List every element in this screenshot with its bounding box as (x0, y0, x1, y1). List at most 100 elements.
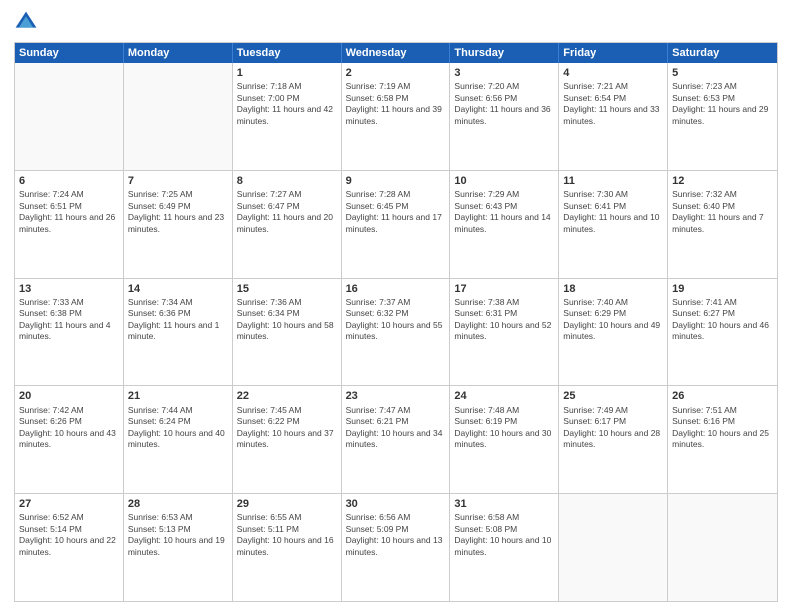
calendar-cell: 5Sunrise: 7:23 AMSunset: 6:53 PMDaylight… (668, 63, 777, 170)
cell-info: Sunrise: 7:47 AMSunset: 6:21 PMDaylight:… (346, 405, 446, 451)
cell-info: Sunrise: 7:28 AMSunset: 6:45 PMDaylight:… (346, 189, 446, 235)
day-number: 24 (454, 389, 554, 403)
calendar-cell: 10Sunrise: 7:29 AMSunset: 6:43 PMDayligh… (450, 171, 559, 278)
day-header-wednesday: Wednesday (342, 43, 451, 63)
day-number: 8 (237, 174, 337, 188)
calendar-week-1: 1Sunrise: 7:18 AMSunset: 7:00 PMDaylight… (15, 63, 777, 170)
calendar-cell: 14Sunrise: 7:34 AMSunset: 6:36 PMDayligh… (124, 279, 233, 386)
day-header-saturday: Saturday (668, 43, 777, 63)
calendar-cell: 3Sunrise: 7:20 AMSunset: 6:56 PMDaylight… (450, 63, 559, 170)
day-header-tuesday: Tuesday (233, 43, 342, 63)
cell-info: Sunrise: 7:51 AMSunset: 6:16 PMDaylight:… (672, 405, 773, 451)
calendar-cell: 17Sunrise: 7:38 AMSunset: 6:31 PMDayligh… (450, 279, 559, 386)
calendar-cell: 11Sunrise: 7:30 AMSunset: 6:41 PMDayligh… (559, 171, 668, 278)
cell-info: Sunrise: 7:24 AMSunset: 6:51 PMDaylight:… (19, 189, 119, 235)
calendar-cell: 25Sunrise: 7:49 AMSunset: 6:17 PMDayligh… (559, 386, 668, 493)
calendar-cell: 29Sunrise: 6:55 AMSunset: 5:11 PMDayligh… (233, 494, 342, 601)
calendar-body: 1Sunrise: 7:18 AMSunset: 7:00 PMDaylight… (15, 63, 777, 601)
calendar-cell: 20Sunrise: 7:42 AMSunset: 6:26 PMDayligh… (15, 386, 124, 493)
calendar-week-4: 20Sunrise: 7:42 AMSunset: 6:26 PMDayligh… (15, 385, 777, 493)
day-header-sunday: Sunday (15, 43, 124, 63)
day-number: 23 (346, 389, 446, 403)
day-header-monday: Monday (124, 43, 233, 63)
day-number: 14 (128, 282, 228, 296)
page: SundayMondayTuesdayWednesdayThursdayFrid… (0, 0, 792, 612)
day-number: 22 (237, 389, 337, 403)
day-number: 29 (237, 497, 337, 511)
cell-info: Sunrise: 7:40 AMSunset: 6:29 PMDaylight:… (563, 297, 663, 343)
day-number: 6 (19, 174, 119, 188)
cell-info: Sunrise: 7:20 AMSunset: 6:56 PMDaylight:… (454, 81, 554, 127)
cell-info: Sunrise: 6:55 AMSunset: 5:11 PMDaylight:… (237, 512, 337, 558)
cell-info: Sunrise: 6:58 AMSunset: 5:08 PMDaylight:… (454, 512, 554, 558)
day-number: 18 (563, 282, 663, 296)
calendar-cell: 31Sunrise: 6:58 AMSunset: 5:08 PMDayligh… (450, 494, 559, 601)
day-number: 3 (454, 66, 554, 80)
day-header-friday: Friday (559, 43, 668, 63)
day-number: 7 (128, 174, 228, 188)
cell-info: Sunrise: 7:21 AMSunset: 6:54 PMDaylight:… (563, 81, 663, 127)
cell-info: Sunrise: 7:49 AMSunset: 6:17 PMDaylight:… (563, 405, 663, 451)
calendar-week-3: 13Sunrise: 7:33 AMSunset: 6:38 PMDayligh… (15, 278, 777, 386)
calendar-cell: 9Sunrise: 7:28 AMSunset: 6:45 PMDaylight… (342, 171, 451, 278)
calendar-cell: 15Sunrise: 7:36 AMSunset: 6:34 PMDayligh… (233, 279, 342, 386)
calendar-cell: 6Sunrise: 7:24 AMSunset: 6:51 PMDaylight… (15, 171, 124, 278)
calendar-cell (15, 63, 124, 170)
day-number: 5 (672, 66, 773, 80)
day-number: 13 (19, 282, 119, 296)
calendar: SundayMondayTuesdayWednesdayThursdayFrid… (14, 42, 778, 602)
day-number: 16 (346, 282, 446, 296)
calendar-cell: 28Sunrise: 6:53 AMSunset: 5:13 PMDayligh… (124, 494, 233, 601)
cell-info: Sunrise: 7:18 AMSunset: 7:00 PMDaylight:… (237, 81, 337, 127)
calendar-cell: 19Sunrise: 7:41 AMSunset: 6:27 PMDayligh… (668, 279, 777, 386)
cell-info: Sunrise: 7:45 AMSunset: 6:22 PMDaylight:… (237, 405, 337, 451)
day-number: 28 (128, 497, 228, 511)
day-number: 9 (346, 174, 446, 188)
cell-info: Sunrise: 7:37 AMSunset: 6:32 PMDaylight:… (346, 297, 446, 343)
cell-info: Sunrise: 6:52 AMSunset: 5:14 PMDaylight:… (19, 512, 119, 558)
calendar-week-2: 6Sunrise: 7:24 AMSunset: 6:51 PMDaylight… (15, 170, 777, 278)
calendar-cell: 13Sunrise: 7:33 AMSunset: 6:38 PMDayligh… (15, 279, 124, 386)
cell-info: Sunrise: 7:33 AMSunset: 6:38 PMDaylight:… (19, 297, 119, 343)
day-header-thursday: Thursday (450, 43, 559, 63)
cell-info: Sunrise: 7:36 AMSunset: 6:34 PMDaylight:… (237, 297, 337, 343)
day-number: 1 (237, 66, 337, 80)
calendar-cell: 18Sunrise: 7:40 AMSunset: 6:29 PMDayligh… (559, 279, 668, 386)
calendar-cell: 16Sunrise: 7:37 AMSunset: 6:32 PMDayligh… (342, 279, 451, 386)
cell-info: Sunrise: 7:42 AMSunset: 6:26 PMDaylight:… (19, 405, 119, 451)
cell-info: Sunrise: 7:30 AMSunset: 6:41 PMDaylight:… (563, 189, 663, 235)
day-number: 11 (563, 174, 663, 188)
calendar-week-5: 27Sunrise: 6:52 AMSunset: 5:14 PMDayligh… (15, 493, 777, 601)
day-number: 17 (454, 282, 554, 296)
cell-info: Sunrise: 7:25 AMSunset: 6:49 PMDaylight:… (128, 189, 228, 235)
calendar-cell: 2Sunrise: 7:19 AMSunset: 6:58 PMDaylight… (342, 63, 451, 170)
cell-info: Sunrise: 7:44 AMSunset: 6:24 PMDaylight:… (128, 405, 228, 451)
calendar-header: SundayMondayTuesdayWednesdayThursdayFrid… (15, 43, 777, 63)
day-number: 21 (128, 389, 228, 403)
day-number: 15 (237, 282, 337, 296)
cell-info: Sunrise: 7:19 AMSunset: 6:58 PMDaylight:… (346, 81, 446, 127)
calendar-cell (559, 494, 668, 601)
calendar-cell: 27Sunrise: 6:52 AMSunset: 5:14 PMDayligh… (15, 494, 124, 601)
cell-info: Sunrise: 7:32 AMSunset: 6:40 PMDaylight:… (672, 189, 773, 235)
calendar-cell: 22 Sunrise: 7:45 AMSunset: 6:22 PMDayligh… (233, 386, 342, 493)
cell-info: Sunrise: 6:53 AMSunset: 5:13 PMDaylight:… (128, 512, 228, 558)
cell-info: Sunrise: 7:38 AMSunset: 6:31 PMDaylight:… (454, 297, 554, 343)
calendar-cell: 21 Sunrise: 7:44 AMSunset: 6:24 PMDayligh… (124, 386, 233, 493)
calendar-cell: 24Sunrise: 7:48 AMSunset: 6:19 PMDayligh… (450, 386, 559, 493)
cell-info: Sunrise: 7:34 AMSunset: 6:36 PMDaylight:… (128, 297, 228, 343)
day-number: 30 (346, 497, 446, 511)
day-number: 27 (19, 497, 119, 511)
cell-info: Sunrise: 7:23 AMSunset: 6:53 PMDaylight:… (672, 81, 773, 127)
day-number: 19 (672, 282, 773, 296)
calendar-cell: 1Sunrise: 7:18 AMSunset: 7:00 PMDaylight… (233, 63, 342, 170)
calendar-cell: 23 Sunrise: 7:47 AMSunset: 6:21 PMDayligh… (342, 386, 451, 493)
logo-icon (14, 10, 38, 34)
cell-info: Sunrise: 7:29 AMSunset: 6:43 PMDaylight:… (454, 189, 554, 235)
calendar-cell (668, 494, 777, 601)
day-number: 26 (672, 389, 773, 403)
calendar-cell (124, 63, 233, 170)
calendar-cell: 4Sunrise: 7:21 AMSunset: 6:54 PMDaylight… (559, 63, 668, 170)
header (14, 10, 778, 34)
calendar-cell: 30Sunrise: 6:56 AMSunset: 5:09 PMDayligh… (342, 494, 451, 601)
